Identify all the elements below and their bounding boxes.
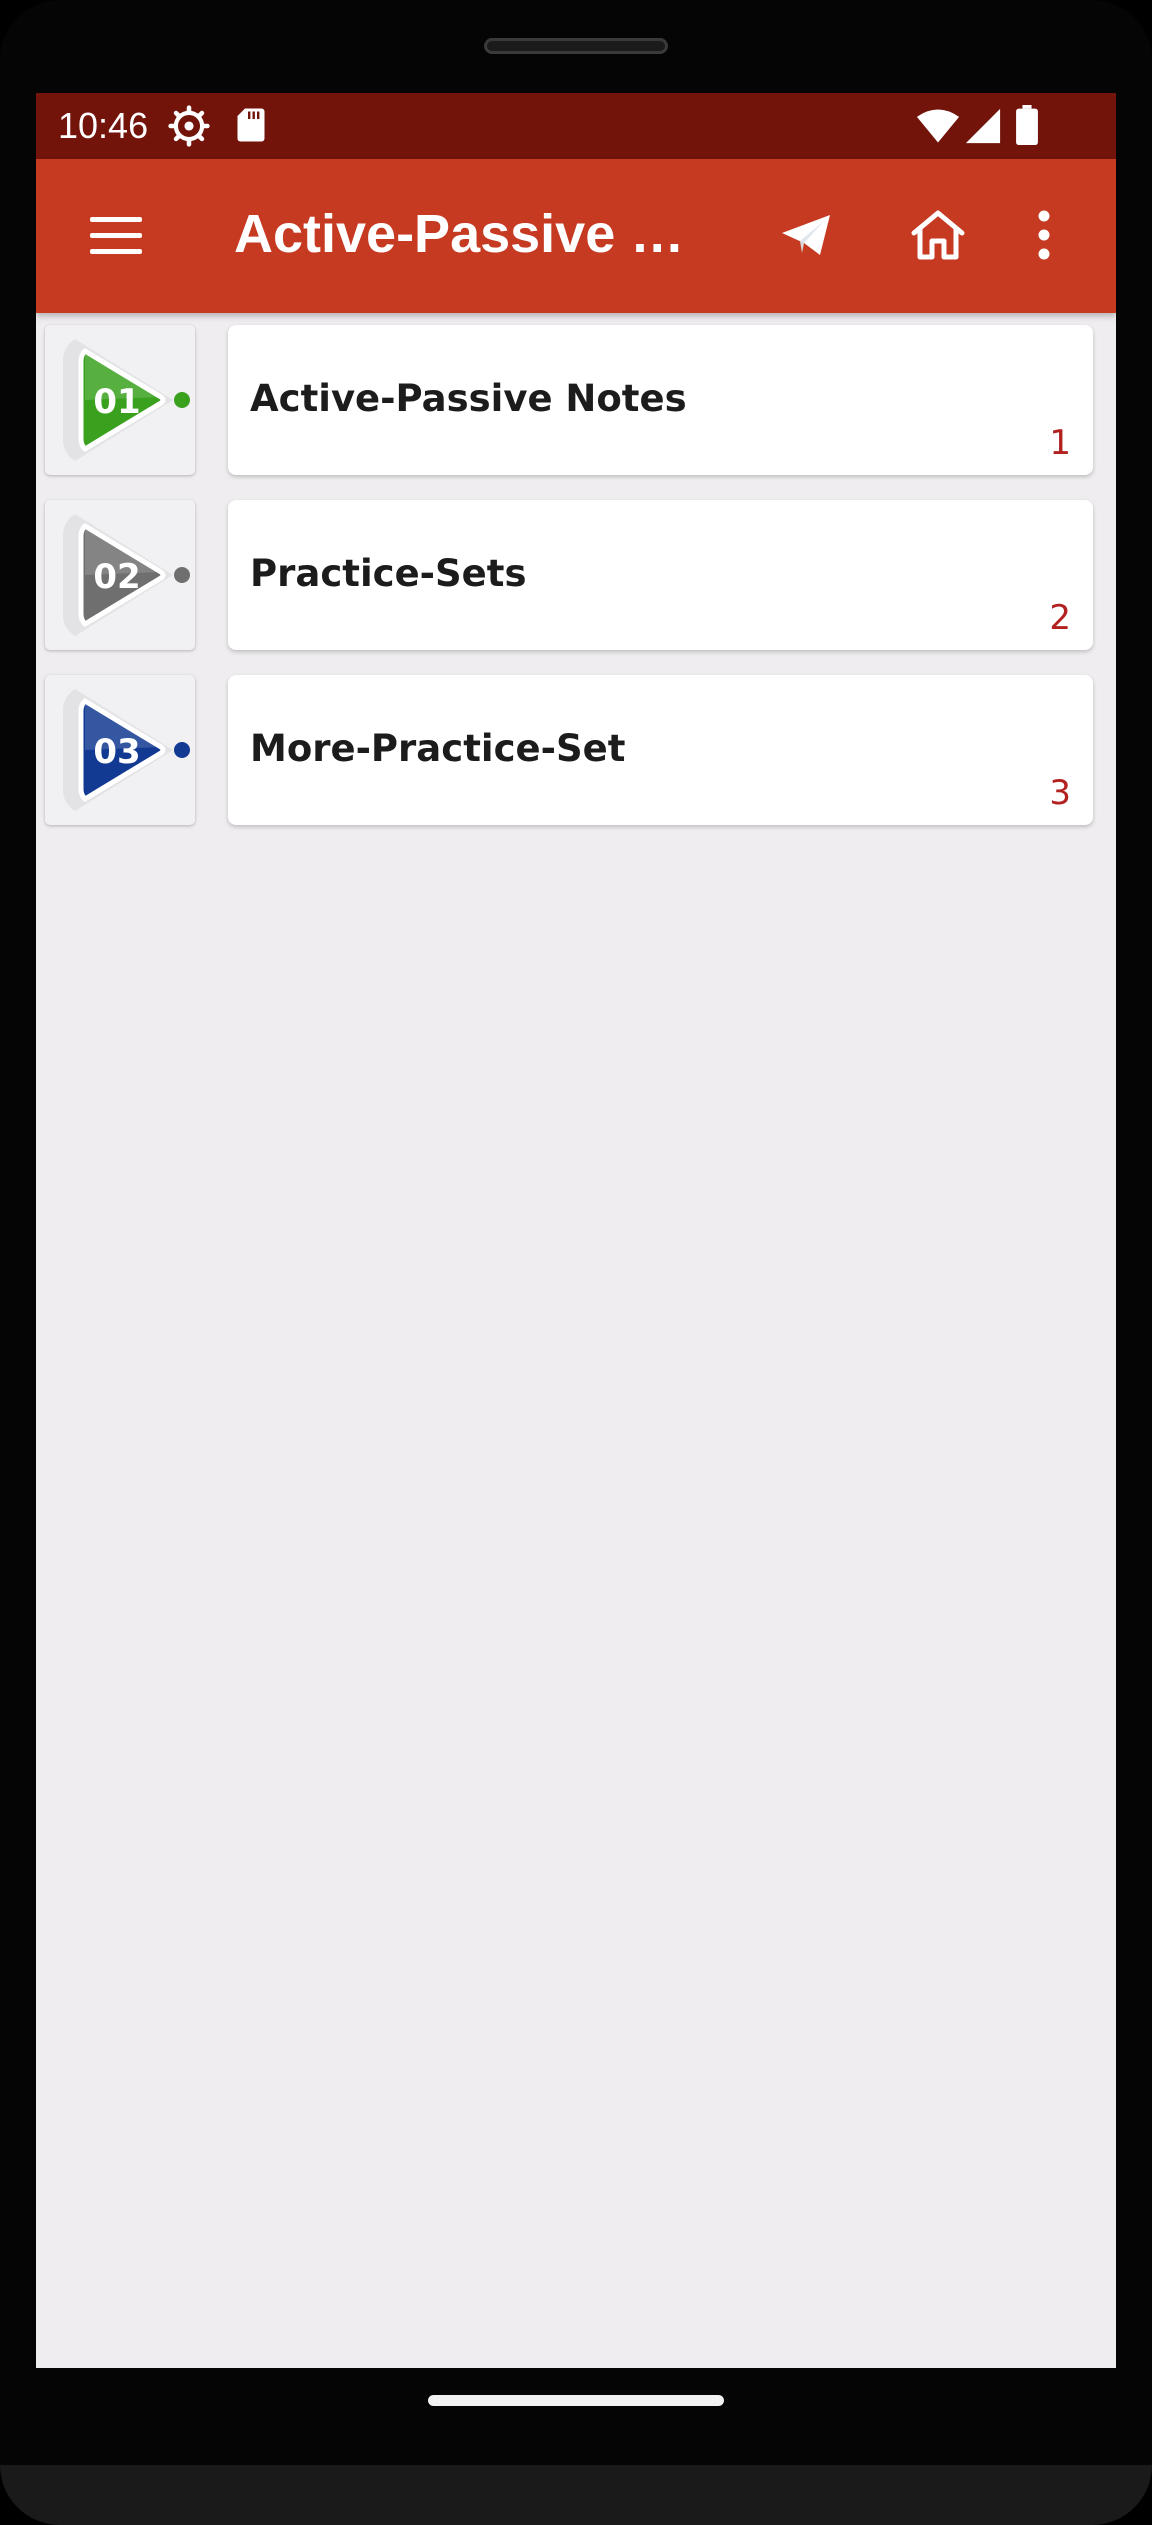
status-bar: 10:46 [36, 93, 1116, 159]
app-toolbar: Active-Passive V... [36, 159, 1116, 313]
badge-thumbnail: 03 [45, 675, 195, 825]
badge-thumbnail: 02 [45, 500, 195, 650]
badge-number: 01 [93, 382, 140, 422]
badge-number: 02 [93, 557, 140, 597]
item-card[interactable]: Active-Passive Notes 1 [228, 325, 1093, 475]
toolbar-title: Active-Passive V... [234, 204, 704, 264]
play-badge-icon: 01 [63, 339, 190, 461]
list-item[interactable]: 01 Active-Passive Notes 1 [36, 325, 1116, 477]
badge-number: 03 [93, 732, 140, 772]
earpiece-speaker [484, 38, 668, 54]
list-item[interactable]: 02 Practice-Sets 2 [36, 500, 1116, 652]
item-number: 1 [1049, 423, 1071, 463]
sd-card-icon [237, 108, 265, 142]
item-title: More-Practice-Set [250, 727, 626, 770]
home-indicator[interactable] [428, 2395, 724, 2406]
badge-thumbnail: 01 [45, 325, 195, 475]
gear-icon [168, 105, 210, 147]
status-time: 10:46 [58, 105, 149, 146]
item-title: Active-Passive Notes [250, 377, 687, 420]
app-screen: 10:46 Active-Passive V... 01 Active-Pass… [36, 93, 1116, 2368]
list-item[interactable]: 03 More-Practice-Set 3 [36, 675, 1116, 827]
wifi-icon [916, 109, 960, 143]
item-card[interactable]: Practice-Sets 2 [228, 500, 1093, 650]
play-badge-icon: 03 [63, 689, 190, 811]
item-title: Practice-Sets [250, 552, 527, 595]
send-icon[interactable] [764, 193, 848, 277]
signal-icon [965, 108, 1001, 144]
item-number: 3 [1049, 773, 1071, 813]
battery-icon [1016, 105, 1038, 145]
item-number: 2 [1049, 598, 1071, 638]
menu-icon[interactable] [76, 201, 152, 269]
phone-frame: 10:46 Active-Passive V... 01 Active-Pass… [0, 0, 1152, 2525]
item-card[interactable]: More-Practice-Set 3 [228, 675, 1093, 825]
play-badge-icon: 02 [63, 514, 190, 636]
phone-chin [0, 2465, 1152, 2525]
more-vert-icon[interactable] [1012, 193, 1076, 277]
home-icon[interactable] [896, 193, 980, 277]
